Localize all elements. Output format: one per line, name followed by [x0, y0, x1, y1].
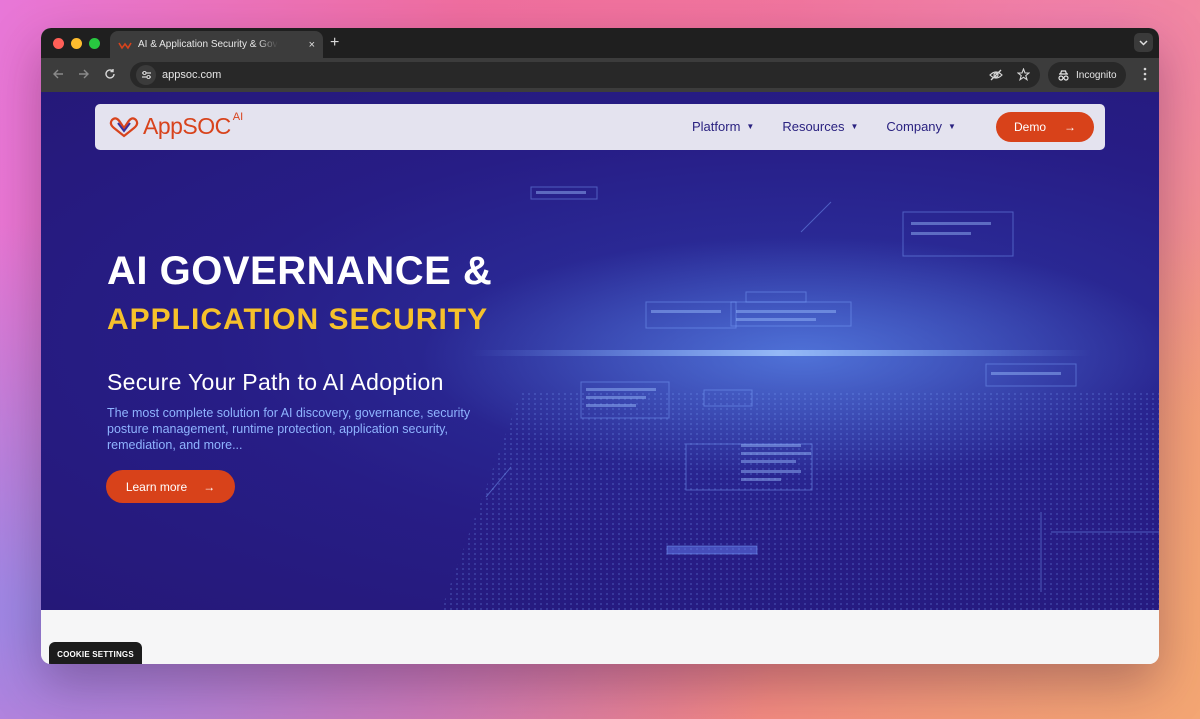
arrow-right-icon: →: [203, 479, 216, 494]
hero-title-line1: AI GOVERNANCE &: [107, 249, 493, 293]
appsoc-logo-icon: [109, 117, 139, 138]
nav-item-label: Platform: [692, 119, 741, 134]
hero-title-line2: APPLICATION SECURITY: [107, 303, 489, 336]
hero-description: The most complete solution for AI discov…: [107, 406, 471, 452]
nav-item-label: Company: [886, 119, 943, 134]
eye-slash-icon[interactable]: [989, 69, 1003, 81]
url-text: appsoc.com: [162, 69, 222, 81]
nav-item-platform[interactable]: Platform ▼: [692, 119, 754, 134]
nav-item-company[interactable]: Company ▼: [886, 119, 956, 134]
caret-down-icon: ▼: [746, 122, 755, 131]
reload-icon[interactable]: [103, 67, 117, 81]
tab-title: AI & Application Security & Governance: [138, 39, 278, 50]
bookmark-star-icon[interactable]: [1017, 68, 1030, 81]
cookie-settings-button[interactable]: COOKIE SETTINGS: [49, 642, 142, 664]
hero-background-graphic: [421, 186, 1159, 610]
tab-strip: AI & Application Security & Governance ×…: [41, 28, 1159, 58]
minimize-window-button[interactable]: [71, 38, 82, 49]
demo-button[interactable]: Demo →: [996, 112, 1094, 142]
browser-menu-icon[interactable]: [1143, 67, 1147, 86]
browser-toolbar: appsoc.com Incognito: [41, 58, 1159, 92]
back-icon[interactable]: [51, 67, 65, 81]
caret-down-icon: ▼: [948, 122, 956, 131]
address-bar[interactable]: appsoc.com: [130, 62, 1040, 88]
incognito-indicator[interactable]: Incognito: [1048, 62, 1126, 88]
appsoc-favicon-icon: [118, 42, 132, 49]
appsoc-logo[interactable]: AppSOC AI: [109, 111, 244, 139]
site-info-icon[interactable]: [136, 65, 156, 85]
tab-appsoc[interactable]: AI & Application Security & Governance ×: [110, 31, 323, 58]
chevron-down-icon: [1139, 39, 1148, 46]
hero-section: AppSOC AI Platform ▼ Resources ▼ Company…: [41, 92, 1159, 610]
close-window-button[interactable]: [53, 38, 64, 49]
maximize-window-button[interactable]: [89, 38, 100, 49]
incognito-label: Incognito: [1076, 69, 1117, 81]
learn-more-label: Learn more: [125, 479, 188, 494]
demo-button-label: Demo: [1013, 120, 1046, 134]
incognito-icon: [1058, 69, 1069, 81]
main-menu: Platform ▼ Resources ▼ Company ▼: [692, 119, 984, 134]
tab-close-icon[interactable]: ×: [309, 39, 315, 51]
nav-item-label: Resources: [782, 119, 845, 134]
tab-search-button[interactable]: [1134, 33, 1153, 52]
forward-icon[interactable]: [77, 67, 91, 81]
new-tab-button[interactable]: +: [330, 33, 339, 53]
caret-down-icon: ▼: [850, 122, 859, 131]
web-page: AppSOC AI Platform ▼ Resources ▼ Company…: [41, 92, 1159, 664]
arrow-right-icon: →: [1064, 120, 1076, 134]
nav-item-resources[interactable]: Resources ▼: [782, 119, 858, 134]
browser-window: AI & Application Security & Governance ×…: [41, 28, 1159, 664]
logo-superscript: AI: [232, 111, 244, 123]
window-controls: [53, 38, 100, 49]
learn-more-button[interactable]: Learn more →: [106, 470, 235, 503]
hero-subtitle: Secure Your Path to AI Adoption: [107, 369, 444, 395]
logo-text: AppSOC: [143, 113, 231, 139]
site-navbar: AppSOC AI Platform ▼ Resources ▼ Company…: [95, 104, 1105, 150]
